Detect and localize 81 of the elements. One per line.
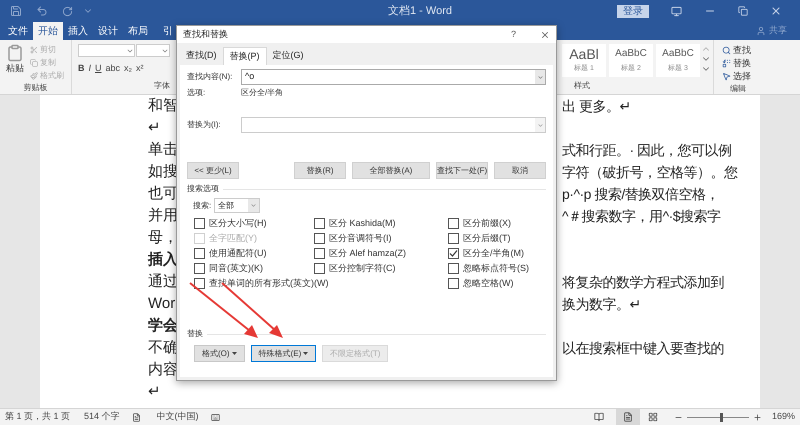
checkbox-label: 区分音调符号(I) [329, 232, 392, 245]
ribbon-tab[interactable]: 插入 [63, 22, 93, 40]
body-text: 式和行距。· 因此，您可以例 [562, 140, 732, 160]
group-label: 剪贴板 [22, 82, 48, 94]
dialog-button[interactable]: 全部替换(A) [352, 162, 430, 179]
group-label: 样式 [574, 80, 591, 92]
replace-label: 替换为(I): [187, 119, 222, 131]
format-button[interactable]: x² [136, 62, 144, 76]
checkbox-label: 全字匹配(Y) [209, 232, 257, 245]
body-text: 如搜 [148, 162, 178, 182]
dialog-button[interactable]: 替换(R) [294, 162, 346, 179]
editing-command[interactable]: 查找 [733, 44, 751, 56]
find-label: 查找内容(N): [187, 71, 234, 83]
options-value: 区分全/半角 [241, 87, 284, 99]
body-text: 换为数字。↵ [562, 294, 641, 314]
page-count[interactable]: 第 1 页，共 1 页 [5, 410, 70, 424]
format-button[interactable]: x₂ [124, 62, 132, 76]
word-count[interactable]: 514 个字 [84, 410, 120, 424]
options-label: 选项: [187, 87, 206, 99]
find-field[interactable]: ^o [241, 69, 546, 85]
style-sample: AaBl [569, 45, 599, 64]
dialog-button[interactable]: << 更少(L) [187, 162, 239, 179]
dialog-tab[interactable]: 定位(G) [266, 47, 310, 65]
language[interactable]: 中文(中国) [156, 410, 199, 424]
section-title: 搜索选项 [187, 183, 219, 195]
body-text: 字符（破折号，空格等）。您 [562, 162, 738, 182]
body-text: 以在搜索框中键入要查找的 [562, 338, 724, 358]
sign-in-button[interactable]: 登录 [617, 4, 649, 18]
body-text: ↵ [148, 118, 161, 138]
group-label: 编辑 [730, 83, 747, 95]
body-text: 将复杂的数学方程式添加到 [562, 272, 724, 292]
ribbon-tab[interactable]: 文件 [3, 22, 33, 40]
format-dropdown-button[interactable]: 格式(O) [194, 345, 245, 362]
dialog-title: 查找和替换 [183, 28, 228, 41]
style-sample: AaBbC [662, 47, 694, 61]
body-text: 学会 [148, 316, 178, 336]
body-text: 通过 [148, 272, 178, 292]
ribbon-tab[interactable]: 布局 [123, 22, 153, 40]
ribbon-tab[interactable]: 设计 [93, 22, 123, 40]
checkbox-label: 区分 Kashida(M) [329, 216, 396, 230]
checkbox-label: 区分 Alef hamza(Z) [329, 246, 406, 260]
body-text: 母， [148, 228, 178, 248]
dialog-button[interactable]: 查找下一处(F) [436, 162, 488, 179]
style-sample: AaBbC [615, 47, 647, 61]
body-text: Wor [148, 294, 176, 314]
ribbon-tab[interactable]: 开始 [33, 22, 63, 40]
checkbox-label: 区分大小写(H) [209, 216, 266, 230]
dialog-tab[interactable]: 查找(D) [180, 47, 222, 65]
checkbox-label: 区分控制字符(C) [329, 262, 396, 275]
group-label: 字体 [154, 80, 170, 92]
dialog-tab[interactable]: 替换(P) [222, 47, 266, 65]
ribbon-tab[interactable]: 引 [153, 22, 183, 40]
zoom-percent[interactable]: 169% [772, 410, 795, 424]
checkbox-label: 区分前缀(X) [463, 216, 511, 230]
paste-button[interactable]: 粘贴 [6, 62, 24, 76]
window-title: 文档1 - Word [388, 4, 452, 19]
checkbox-label: 忽略空格(W) [463, 276, 514, 290]
format-dropdown-button[interactable]: 特殊格式(E) [250, 345, 316, 362]
body-text: 也可 [148, 184, 178, 204]
format-button[interactable]: U [95, 62, 102, 76]
checkbox-label: 忽略标点符号(S) [463, 262, 529, 275]
checkbox-label: 区分后缀(T) [463, 232, 510, 245]
section-title: 替换 [187, 328, 203, 340]
dialog-button[interactable]: 取消 [494, 162, 546, 179]
body-text: 单击 [148, 140, 178, 160]
body-text: p·^·p 搜索/替换双倍空格， [562, 184, 720, 204]
body-text: 内容 [148, 360, 178, 380]
body-text: ↵ [148, 382, 161, 402]
body-text: 出 更多。↵ [562, 96, 631, 116]
checkbox-label: 同音(英文)(K) [209, 262, 263, 275]
editing-command[interactable]: 替换 [733, 57, 751, 69]
body-text: ^＃搜索数字，用^·$搜索字 [562, 206, 721, 226]
format-button[interactable]: abc [106, 62, 120, 76]
editing-command[interactable]: 选择 [733, 70, 751, 82]
format-button[interactable]: I [88, 62, 92, 76]
search-direction-select[interactable]: 全部 [214, 198, 260, 213]
checkbox-label: 使用通配符(U) [209, 246, 266, 260]
checkbox-label: 区分全/半角(M) [463, 246, 524, 260]
search-label: 搜索: [193, 200, 212, 212]
format-button[interactable]: B [78, 62, 84, 76]
help-button[interactable]: ? [510, 28, 516, 42]
